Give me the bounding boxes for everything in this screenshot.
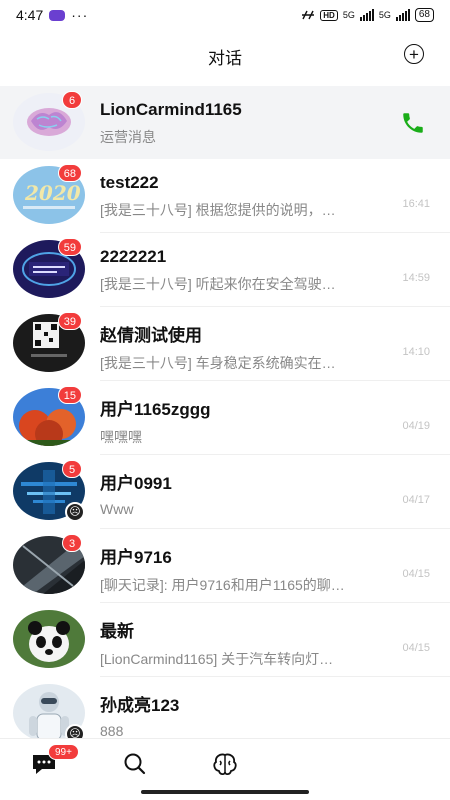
conversation-preview: [我是三十八号] 车身稳定系统确实在… [100, 355, 336, 371]
conversation-time: 04/15 [402, 568, 430, 580]
network-5g-1: 5G [342, 10, 355, 20]
avatar [13, 610, 85, 670]
conversation-name: 孙成亮123 [100, 696, 180, 715]
add-conversation-button[interactable]: + [404, 44, 424, 64]
page-title: 对话 [208, 48, 242, 68]
conversation-name: 用户9716 [100, 548, 172, 567]
status-bar: 4:47 ··· HD 5G 5G 68 [0, 0, 450, 30]
chat-unread-badge: 99+ [48, 744, 79, 760]
tab-brain[interactable] [211, 751, 239, 777]
avatar: 59 [13, 238, 85, 300]
plus-circle-icon: + [409, 44, 419, 64]
conversation-preview: [我是三十八号] 听起来你在安全驾驶… [100, 276, 336, 292]
network-5g-2: 5G [378, 10, 391, 20]
avatar: 6 [13, 91, 85, 153]
avatar: ☹ [13, 684, 85, 744]
nfc-icon [302, 10, 315, 20]
conversation-row[interactable]: 15 用户1165zggg 嘿嘿嘿 04/19 [0, 381, 450, 455]
conversation-preview: Www [100, 501, 134, 517]
unread-badge: 68 [57, 164, 82, 182]
conversation-time: 14:10 [402, 346, 430, 358]
hd-badge: HD [320, 9, 338, 21]
conversation-name: 2222221 [100, 247, 167, 266]
conversation-row[interactable]: 最新 [LionCarmind1165] 关于汽车转向灯… 04/15 [0, 603, 450, 677]
unread-badge: 39 [57, 312, 82, 330]
panda-avatar-image [13, 610, 85, 668]
conversation-name: 最新 [100, 622, 134, 641]
conversation-name: 用户0991 [100, 474, 172, 493]
conversation-name: 用户1165zggg [100, 400, 211, 419]
conversation-preview: [LionCarmind1165] 关于汽车转向灯… [100, 651, 334, 667]
conversation-time: 14:59 [402, 272, 430, 284]
unread-badge: 59 [57, 238, 82, 256]
battery-indicator: 68 [414, 8, 434, 22]
avatar: 2020 68 [13, 164, 85, 226]
status-more: ··· [71, 7, 89, 23]
header: 对话 + [0, 30, 450, 82]
unread-badge: 15 [57, 386, 82, 404]
search-icon [124, 753, 146, 775]
tab-search[interactable] [121, 751, 149, 777]
conversation-row[interactable]: 2020 68 test222 [我是三十八号] 根据您提供的说明，… 16:4… [0, 159, 450, 233]
conversation-name: test222 [100, 173, 159, 192]
home-indicator [141, 790, 309, 794]
conversation-row[interactable]: 5 ☹ 用户0991 Www 04/17 [0, 455, 450, 529]
status-time: 4:47 [16, 7, 44, 23]
svg-text:2020: 2020 [24, 181, 81, 205]
conversation-list: 6 LionCarmind1165 运营消息 2020 68 test222 [… [0, 86, 450, 751]
conversation-name: LionCarmind1165 [100, 100, 242, 119]
phone-icon[interactable] [400, 110, 426, 136]
conversation-row[interactable]: 6 LionCarmind1165 运营消息 [0, 86, 450, 159]
signal-icon [359, 9, 374, 21]
conversation-preview: 运营消息 [100, 129, 156, 145]
avatar: 3 [13, 534, 85, 596]
conversation-preview: [我是三十八号] 根据您提供的说明，… [100, 202, 336, 218]
conversation-preview: [聊天记录]: 用户9716和用户1165的聊… [100, 577, 345, 593]
conversation-time: 16:41 [402, 198, 430, 210]
unread-badge: 5 [62, 460, 82, 478]
signal-icon-2 [395, 9, 410, 21]
conversation-preview: 嘿嘿嘿 [100, 429, 142, 445]
muted-icon: ☹ [65, 502, 85, 522]
avatar: 5 ☹ [13, 460, 85, 522]
conversation-time: 04/17 [402, 494, 430, 506]
conversation-name: 赵倩测试使用 [100, 326, 202, 345]
conversation-row[interactable]: 39 赵倩测试使用 [我是三十八号] 车身稳定系统确实在… 14:10 [0, 307, 450, 381]
conversation-row[interactable]: 3 用户9716 [聊天记录]: 用户9716和用户1165的聊… 04/15 [0, 529, 450, 603]
conversation-row[interactable]: 59 2222221 [我是三十八号] 听起来你在安全驾驶… 14:59 [0, 233, 450, 307]
conversation-preview: 888 [100, 723, 124, 739]
avatar: 15 [13, 386, 85, 448]
unread-badge: 3 [62, 534, 82, 552]
conversation-time: 04/19 [402, 420, 430, 432]
app-notification-icon [49, 9, 66, 21]
brain-icon [213, 753, 237, 776]
unread-badge: 6 [62, 91, 82, 109]
avatar: 39 [13, 312, 85, 374]
conversation-time: 04/15 [402, 642, 430, 654]
